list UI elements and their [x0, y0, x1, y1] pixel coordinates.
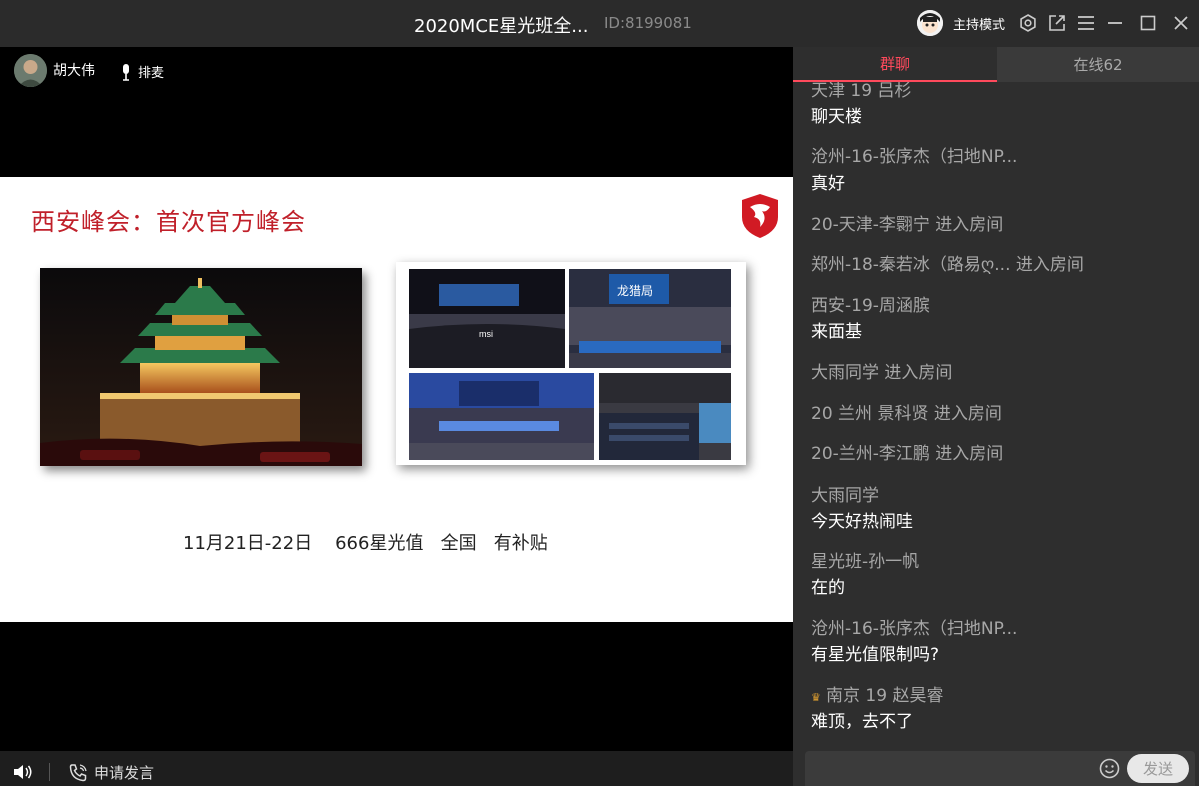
- chat-message-sender-row: ♛ 南京 19 赵昊睿: [811, 681, 943, 706]
- emoji-icon[interactable]: [1099, 758, 1120, 779]
- collage-photo-stage: msi: [409, 269, 565, 368]
- bell-tower-photo: [40, 268, 362, 466]
- chat-message-sender: 大雨同学: [811, 486, 879, 506]
- slide-caption: 11月21日-22日 666星光值 全国 有补贴: [183, 533, 548, 554]
- close-icon[interactable]: [1170, 12, 1192, 34]
- chat-join-notice: 郑州-18-秦若冰（路易ღ... 进入房间: [811, 255, 1084, 275]
- presentation-slide: 西安峰会：首次官方峰会 msi 龙猎局 11月21日-22日 666星光值 全国…: [0, 177, 793, 622]
- presenter-name: 胡大伟: [53, 63, 95, 79]
- chat-message-text: 今天好热闹哇: [811, 512, 913, 532]
- menu-icon[interactable]: [1075, 12, 1097, 34]
- room-id: ID:8199081: [604, 14, 692, 32]
- chat-message-sender: 天津 19 吕杉: [811, 82, 912, 101]
- summit-photo-collage: msi 龙猎局: [396, 262, 746, 465]
- collage-msi-text: msi: [479, 329, 493, 339]
- popout-icon[interactable]: [1046, 12, 1068, 34]
- mic-queue-button[interactable]: 排麦: [120, 62, 164, 81]
- microphone-icon: [123, 63, 129, 81]
- chat-message-text: 聊天楼: [811, 107, 862, 127]
- chat-join-notice: 20-兰州-李江鹏 进入房间: [811, 444, 1004, 464]
- chat-message-sender: 南京 19 赵昊睿: [826, 686, 944, 706]
- tab-online-users[interactable]: 在线62: [997, 47, 1199, 82]
- presenter-avatar[interactable]: [14, 53, 47, 87]
- chat-message-text: 在的: [811, 578, 845, 598]
- maximize-icon[interactable]: [1137, 12, 1159, 34]
- toolbar-divider: [49, 763, 50, 781]
- chat-join-notice: 20-天津-李翾宁 进入房间: [811, 215, 1004, 235]
- apply-speak-button[interactable]: 申请发言: [68, 762, 154, 783]
- chat-message-sender: 西安-19-周涵膑: [811, 296, 930, 316]
- msi-dragon-logo: [742, 194, 778, 238]
- chat-join-notice: 大雨同学 进入房间: [811, 363, 953, 383]
- chat-message-list[interactable]: 天津 19 吕杉 聊天楼 沧州-16-张序杰（扫地NP... 真好 20-天津-…: [793, 82, 1199, 750]
- apply-speak-label: 申请发言: [94, 764, 155, 782]
- collage-photo-group: 龙猎局: [569, 269, 731, 368]
- tab-group-chat[interactable]: 群聊: [793, 47, 997, 82]
- presenter-info: 胡大伟: [14, 53, 95, 87]
- collage-banner-text: 龙猎局: [617, 284, 653, 298]
- send-button[interactable]: 发送: [1127, 754, 1189, 783]
- chat-message-text: 来面基: [811, 322, 862, 342]
- chat-message-text: 有星光值限制吗?: [811, 645, 940, 665]
- window-title: 2020MCE星光班全...: [414, 16, 589, 37]
- collage-photo-audience: [599, 373, 731, 460]
- volume-icon[interactable]: [12, 763, 34, 785]
- chat-message-sender: 沧州-16-张序杰（扫地NP...: [811, 147, 1018, 167]
- mic-queue-label: 排麦: [138, 66, 165, 81]
- user-badge-icon: ♛: [811, 691, 821, 704]
- chat-tabs: 群聊 在线62: [793, 47, 1199, 82]
- chat-join-notice: 20 兰州 景科贤 进入房间: [811, 404, 1002, 424]
- slide-title: 西安峰会：首次官方峰会: [31, 208, 306, 236]
- collage-photo-crowd: [409, 373, 594, 460]
- chat-message-text: 真好: [811, 174, 845, 194]
- chat-message-sender: 沧州-16-张序杰（扫地NP...: [811, 619, 1018, 639]
- phone-icon: [69, 763, 87, 781]
- settings-icon[interactable]: [1017, 12, 1039, 34]
- host-mode-label[interactable]: 主持模式: [953, 14, 1005, 33]
- minimize-icon[interactable]: [1104, 12, 1126, 34]
- chat-message-text: 难顶，去不了: [811, 712, 913, 732]
- host-avatar[interactable]: [917, 10, 943, 36]
- chat-message-sender: 星光班-孙一帆: [811, 552, 920, 572]
